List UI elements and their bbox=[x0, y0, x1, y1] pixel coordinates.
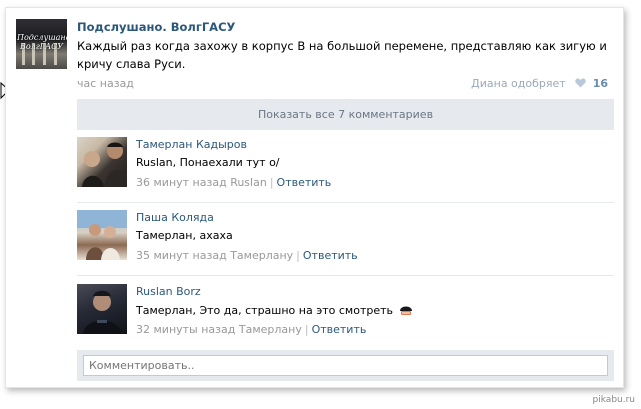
comment-text-row: Тамерлан, Это да, страшно на это смотрет… bbox=[136, 303, 413, 317]
helmet-emoji-icon bbox=[399, 306, 412, 315]
avatar-logo-text-2: ВолгГАСУ bbox=[19, 42, 64, 51]
show-all-comments-button[interactable]: Показать все 7 комментариев bbox=[77, 99, 614, 130]
person-photo-icon bbox=[77, 210, 127, 260]
comment-text: Тамерлан, Это да, страшно на это смотрет… bbox=[136, 304, 394, 317]
group-avatar[interactable]: Подслушано ВолгГАСУ bbox=[16, 19, 67, 69]
reply-button[interactable]: Ответить bbox=[312, 323, 367, 336]
meta-separator: | bbox=[269, 176, 274, 189]
comment-meta: 32 минуты назад Тамерлану | Ответить bbox=[136, 323, 366, 336]
post-card: Подслушано ВолгГАСУ Подслушано. ВолгГАСУ… bbox=[5, 7, 624, 388]
likes-count: 16 bbox=[592, 77, 608, 90]
group-name-link[interactable]: Подслушано. ВолгГАСУ bbox=[77, 20, 235, 34]
comment-reply-to: Тамерлану bbox=[238, 323, 302, 336]
comment-reply-to: Ruslan bbox=[230, 176, 267, 189]
comment-avatar[interactable] bbox=[77, 284, 127, 334]
comment-avatar[interactable] bbox=[77, 210, 127, 260]
comment-time[interactable]: 32 минуты назад bbox=[136, 323, 235, 336]
comment-input[interactable] bbox=[83, 355, 608, 376]
avatar-logo-text-1: Подслушано bbox=[17, 33, 67, 42]
comment-author-link[interactable]: Паша Коляда bbox=[136, 211, 214, 224]
comment-divider bbox=[77, 202, 614, 203]
post-timestamp[interactable]: час назад bbox=[77, 77, 134, 90]
reply-button[interactable]: Ответить bbox=[303, 249, 358, 262]
comment-time[interactable]: 36 минут назад bbox=[136, 176, 227, 189]
heart-icon[interactable] bbox=[575, 78, 586, 88]
person-photo-icon bbox=[82, 142, 127, 187]
comment-divider bbox=[77, 275, 614, 276]
comment-reply-to: Тамерлану bbox=[230, 249, 294, 262]
watermark: pikabu.ru bbox=[592, 395, 635, 405]
comment-time[interactable]: 35 минут назад bbox=[136, 249, 227, 262]
comment-author-link[interactable]: Ruslan Borz bbox=[136, 285, 201, 298]
likes-block[interactable]: Диана одобряет 16 bbox=[471, 77, 608, 90]
meta-separator: | bbox=[296, 249, 300, 262]
comment-meta: 36 минут назад Ruslan | Ответить bbox=[136, 176, 331, 189]
comment-meta: 35 минут назад Тамерлану | Ответить bbox=[136, 249, 358, 262]
comment-author-link[interactable]: Тамерлан Кадыров bbox=[136, 138, 247, 151]
comment-text: Тамерлан, ахаха bbox=[136, 229, 233, 242]
liked-by-text: Диана одобряет bbox=[471, 77, 566, 90]
person-photo-icon bbox=[83, 290, 121, 334]
reply-button[interactable]: Ответить bbox=[277, 176, 332, 189]
comment-text: Ruslan, Понаехали тут о/ bbox=[136, 156, 280, 169]
comment-bar bbox=[77, 350, 614, 381]
meta-separator: | bbox=[304, 323, 309, 336]
post-text: Каждый раз когда захожу в корпус В на бо… bbox=[77, 39, 607, 71]
comment-avatar[interactable] bbox=[77, 137, 127, 187]
